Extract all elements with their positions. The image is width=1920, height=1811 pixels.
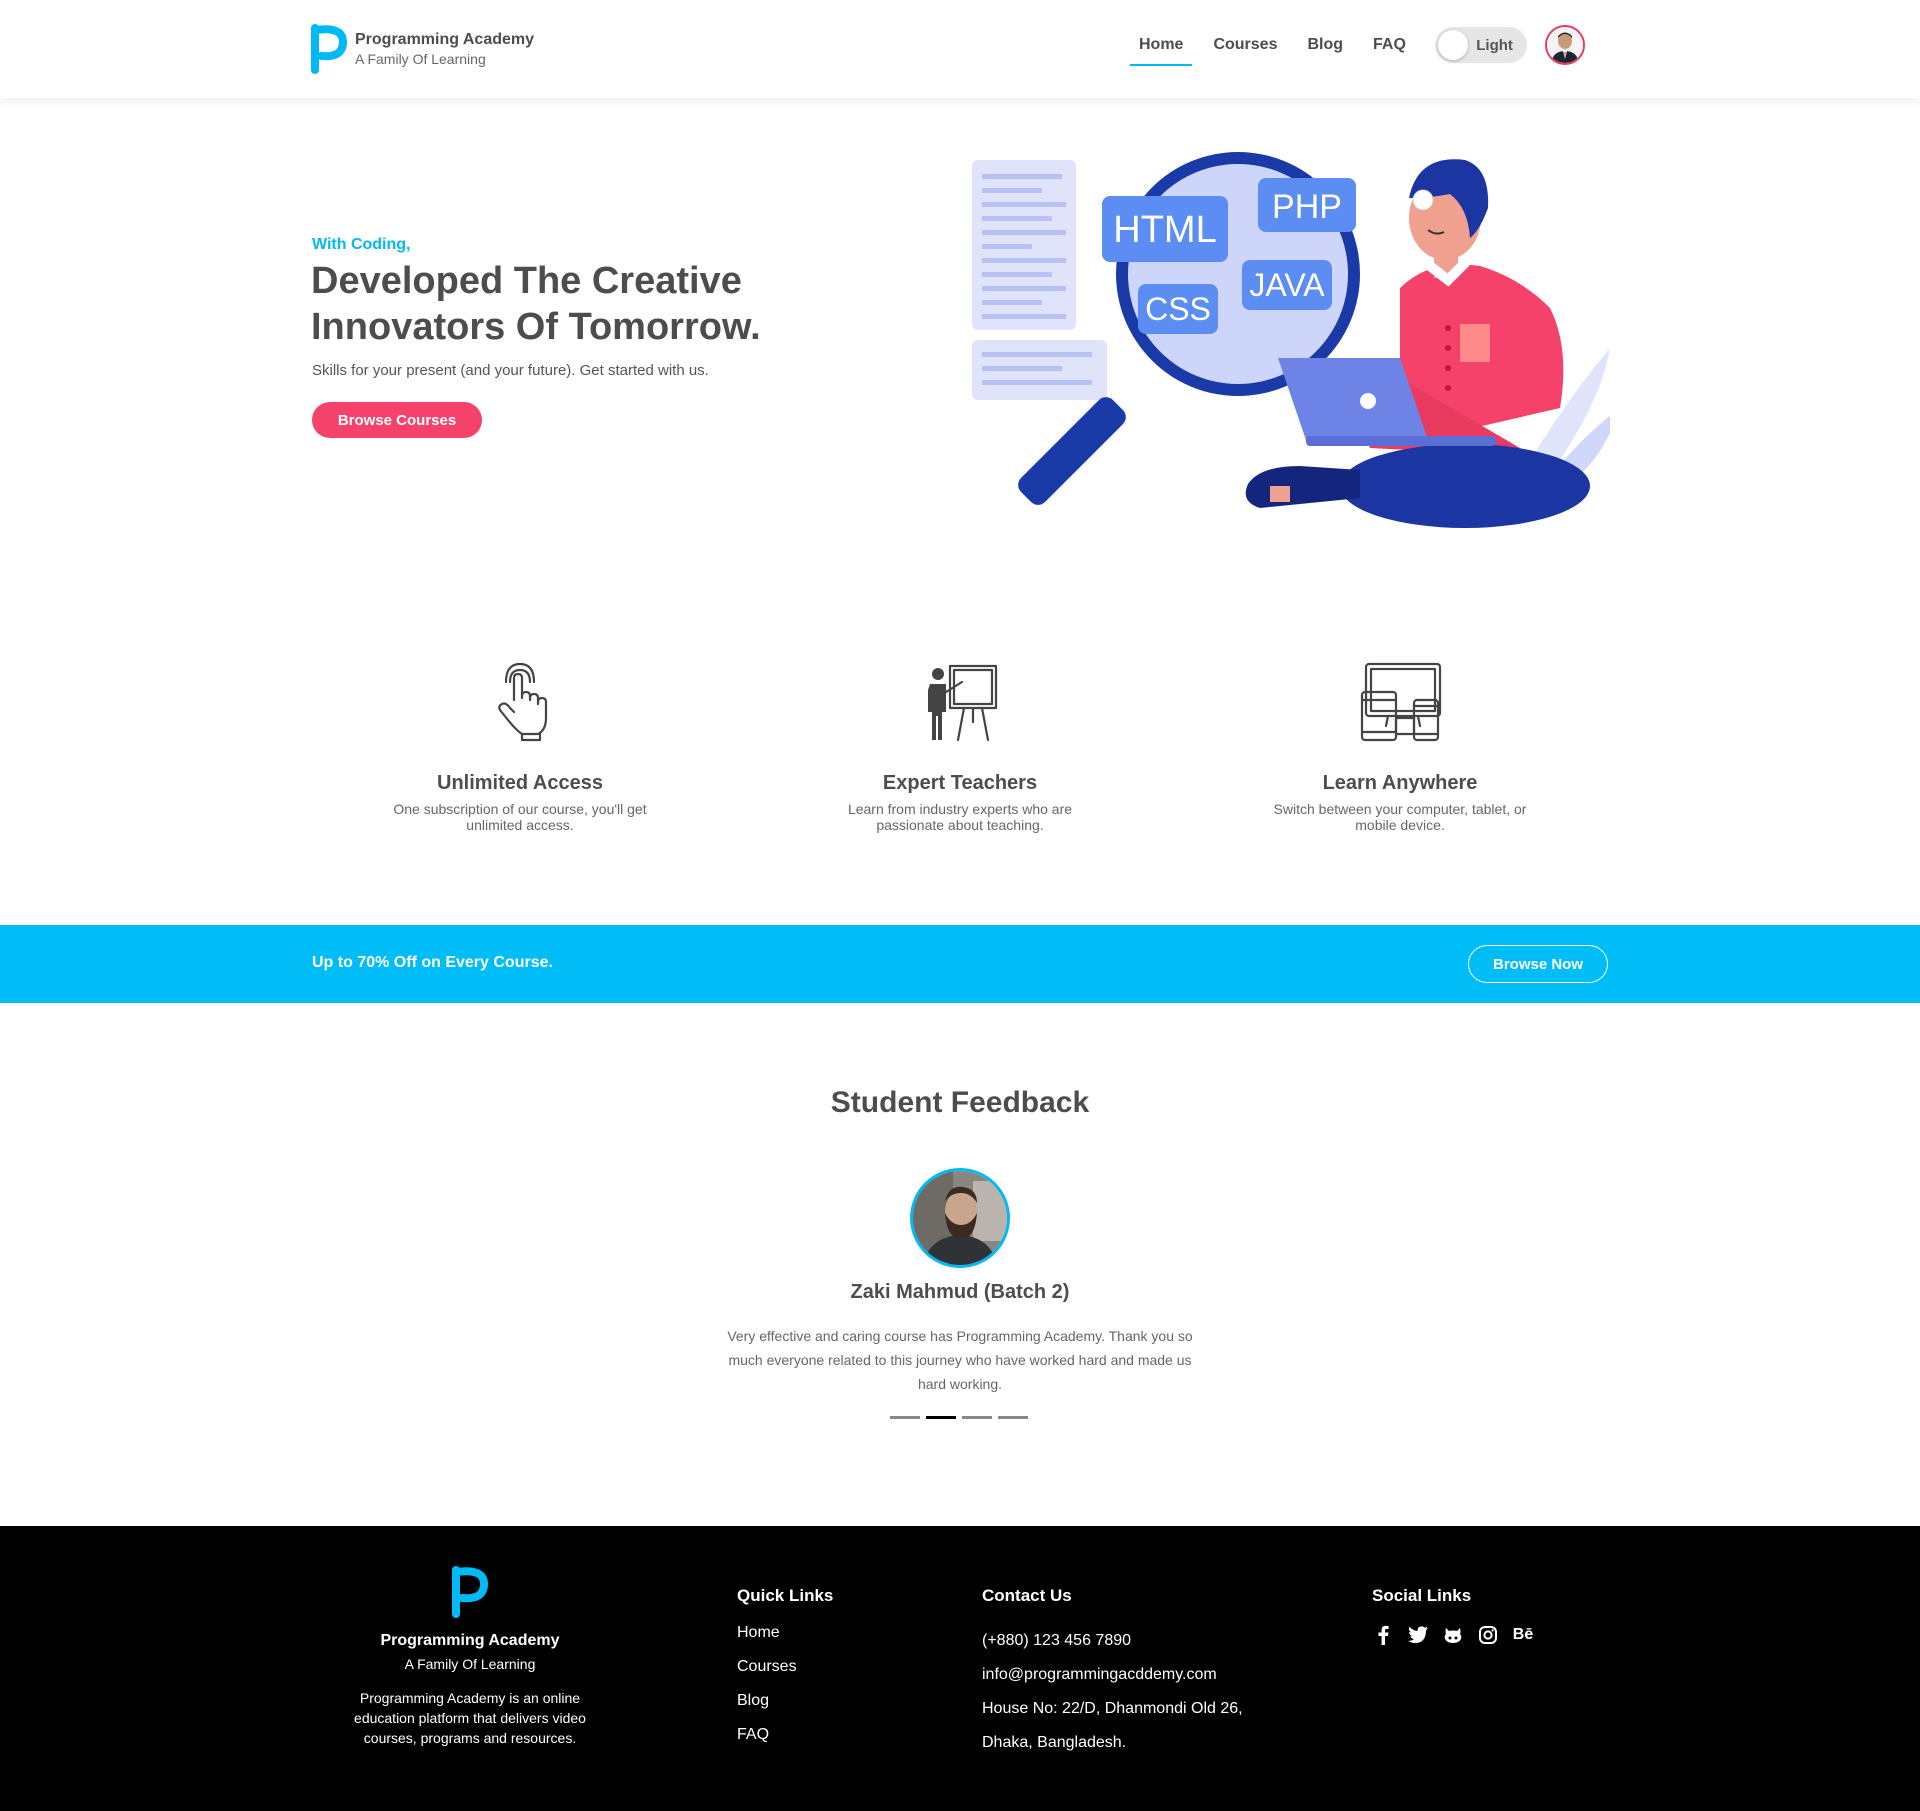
student-avatar: [910, 1168, 1010, 1268]
touch-icon: [498, 662, 548, 742]
teacher-icon: [928, 664, 998, 742]
css-tag: CSS: [1145, 291, 1211, 327]
twitter-icon[interactable]: [1407, 1624, 1429, 1646]
footer-tagline: A Family Of Learning: [404, 1656, 536, 1672]
quick-links-title: Quick Links: [737, 1586, 834, 1605]
carousel-dot[interactable]: [962, 1416, 992, 1419]
carousel-dot-active[interactable]: [926, 1416, 956, 1419]
feature-title: Learn Anywhere: [1322, 772, 1478, 794]
theme-toggle-label: Light: [1476, 36, 1513, 54]
contact-us: Contact Us (+880) 123 456 7890 info@prog…: [982, 1586, 1243, 1760]
student-name: Zaki Mahmud (Batch 2): [850, 1281, 1070, 1303]
footer-link-courses[interactable]: Courses: [737, 1658, 833, 1676]
github-icon[interactable]: [1442, 1624, 1464, 1646]
promo-banner: Up to 70% Off on Every Course. Browse No…: [0, 925, 1920, 1003]
feature-unlimited-access: Unlimited Access One subscription of our…: [350, 660, 690, 833]
behance-icon[interactable]: Bē: [1512, 1624, 1534, 1646]
footer-description: Programming Academy is an online educati…: [354, 1690, 586, 1746]
contact-email[interactable]: info@programmingacddemy.com: [982, 1658, 1243, 1692]
java-tag: JAVA: [1249, 267, 1325, 303]
nav-link-blog[interactable]: Blog: [1298, 24, 1352, 66]
navbar: Programming Academy A Family Of Learning…: [0, 0, 1920, 98]
quick-links: Quick Links Home Courses Blog FAQ: [737, 1586, 833, 1760]
hero-subtitle: With Coding,: [312, 236, 411, 253]
brand[interactable]: Programming Academy A Family Of Learning: [311, 24, 534, 74]
carousel-indicators: [890, 1416, 1034, 1419]
user-photo-icon: [1546, 27, 1583, 63]
carousel-dot[interactable]: [890, 1416, 920, 1419]
nav-link-faq[interactable]: FAQ: [1364, 24, 1415, 66]
contact-title: Contact Us: [982, 1586, 1072, 1605]
feature-description: One subscription of our course, you'll g…: [393, 801, 647, 833]
contact-address-line1: House No: 22/D, Dhanmondi Old 26,: [982, 1700, 1243, 1717]
student-photo-icon: [913, 1171, 1007, 1265]
footer-link-faq[interactable]: FAQ: [737, 1726, 833, 1744]
footer-logo-icon: [452, 1566, 489, 1618]
feature-description: Learn from industry experts who are pass…: [847, 801, 1073, 833]
contact-phone[interactable]: (+880) 123 456 7890: [982, 1624, 1243, 1658]
html-tag: HTML: [1113, 209, 1216, 251]
nav-link-courses[interactable]: Courses: [1204, 24, 1286, 66]
feature-title: Unlimited Access: [437, 772, 603, 794]
contact-address-line2: Dhaka, Bangladesh.: [982, 1734, 1127, 1751]
carousel-dot[interactable]: [998, 1416, 1028, 1419]
social-links: Social Links Bē: [1372, 1586, 1547, 1646]
footer-brand: Programming Academy A Family Of Learning…: [320, 1566, 620, 1748]
php-tag: PHP: [1272, 188, 1342, 226]
footer-link-home[interactable]: Home: [737, 1624, 833, 1642]
hero-illustration: HTML PHP CSS JAVA: [960, 148, 1620, 528]
nav-link-home[interactable]: Home: [1130, 24, 1193, 66]
hero-title: Developed The Creative Innovators Of Tom…: [311, 260, 761, 348]
browse-now-button[interactable]: Browse Now: [1468, 945, 1608, 983]
feature-description: Switch between your computer, tablet, or…: [1273, 801, 1527, 833]
footer-brand-name: Programming Academy: [380, 1632, 560, 1649]
instagram-icon[interactable]: [1477, 1624, 1499, 1646]
feature-expert-teachers: Expert Teachers Learn from industry expe…: [790, 660, 1130, 833]
promo-text: Up to 70% Off on Every Course.: [312, 954, 553, 971]
social-title: Social Links: [1372, 1586, 1472, 1605]
brand-name: Programming Academy: [355, 31, 535, 48]
feature-title: Expert Teachers: [882, 772, 1038, 794]
brand-logo-icon: [311, 24, 348, 74]
main-nav: Home Courses Blog FAQ Light: [1130, 24, 1585, 66]
hero-description: Skills for your present (and your future…: [312, 362, 709, 379]
browse-courses-button[interactable]: Browse Courses: [312, 402, 482, 438]
user-avatar[interactable]: [1544, 25, 1585, 65]
feature-learn-anywhere: Learn Anywhere Switch between your compu…: [1230, 660, 1570, 833]
toggle-knob: [1437, 30, 1468, 60]
devices-icon: [1360, 662, 1442, 742]
feedback-title: Student Feedback: [830, 1086, 1090, 1119]
feedback-text: Very effective and caring course has Pro…: [727, 1328, 1193, 1392]
footer: Programming Academy A Family Of Learning…: [0, 1526, 1920, 1811]
theme-toggle[interactable]: Light: [1434, 27, 1527, 63]
brand-tagline: A Family Of Learning: [355, 51, 486, 67]
footer-link-blog[interactable]: Blog: [737, 1692, 833, 1710]
facebook-icon[interactable]: [1372, 1624, 1394, 1646]
